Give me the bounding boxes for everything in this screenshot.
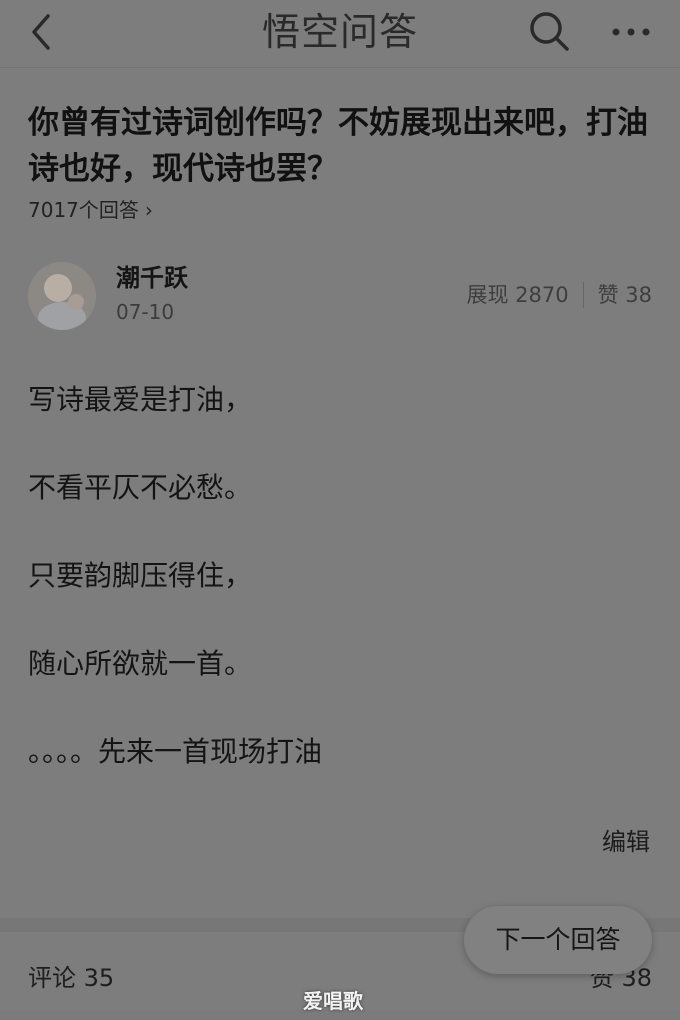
stats-divider bbox=[582, 282, 584, 308]
next-answer-button[interactable]: 下一个回答 bbox=[464, 906, 652, 974]
avatar[interactable] bbox=[28, 262, 96, 330]
post-date: 07-10 bbox=[116, 300, 175, 324]
edit-link[interactable]: 编辑 bbox=[602, 826, 650, 858]
question-title[interactable]: 你曾有过诗词创作吗？不妨展现出来吧，打油诗也好，现代诗也罢？ bbox=[28, 100, 648, 192]
search-button[interactable] bbox=[526, 8, 572, 54]
top-navigation-bar: 悟空问答 bbox=[0, 0, 680, 68]
app-title: 悟空问答 bbox=[261, 10, 418, 54]
answer-line: 随心所欲就一首。 bbox=[28, 647, 253, 680]
answer-line: 只要韵脚压得住， bbox=[28, 559, 253, 592]
answer-count-link[interactable]: 7017个回答 › bbox=[28, 195, 153, 225]
answer-line: 写诗最爱是打油， bbox=[28, 383, 253, 416]
more-horizontal-icon bbox=[612, 28, 650, 36]
answer-body: 写诗最爱是打油， 不看平仄不必愁。 只要韵脚压得住， 随心所欲就一首。 。。。。… bbox=[28, 380, 652, 820]
answer-line: 不看平仄不必愁。 bbox=[28, 471, 253, 504]
watermark-text: 爱唱歌 bbox=[303, 989, 363, 1013]
author-name[interactable]: 潮千跃 bbox=[116, 262, 188, 294]
answer-stats: 展现 2870 赞 38 bbox=[466, 280, 652, 310]
more-options-button[interactable] bbox=[608, 12, 654, 52]
avatar-photo bbox=[28, 262, 96, 330]
view-count: 展现 2870 bbox=[466, 283, 569, 307]
search-icon bbox=[530, 12, 569, 51]
like-count: 赞 38 bbox=[597, 283, 652, 307]
comments-button[interactable]: 评论 35 bbox=[28, 962, 114, 994]
answer-line: 。。。。先来一首现场打油 bbox=[28, 735, 323, 768]
answer-count-label: 7017个回答 bbox=[28, 198, 139, 222]
chevron-right-icon: › bbox=[144, 198, 153, 222]
